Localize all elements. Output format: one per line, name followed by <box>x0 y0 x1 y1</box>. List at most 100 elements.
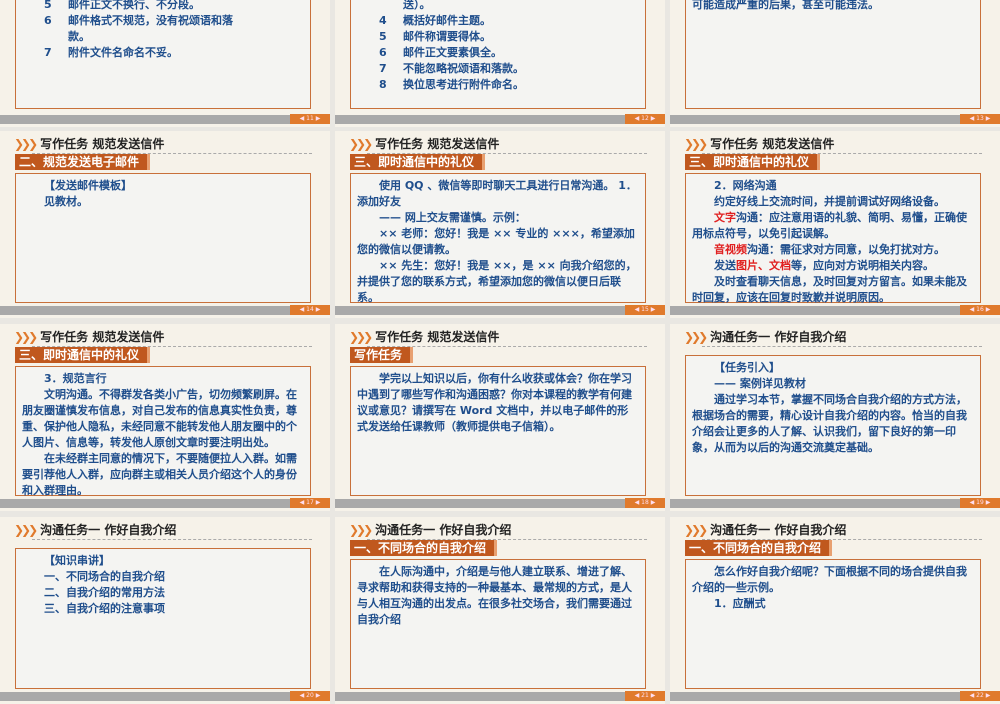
slide-title: 沟通任务一 作好自我介绍 <box>710 330 847 344</box>
text-run: 见教材。 <box>44 195 88 208</box>
page-number-nav[interactable]: ◀ 12 ▶ <box>625 114 665 124</box>
content-box: 1邮箱命名不妥。2邮件主题不当。3邮件中无称谓，或者称谓不当。4邮件正文表达不清… <box>15 0 311 109</box>
paragraph: 【注意】涉密信息不要以电子邮件发送，一旦泄密，可能造成严重的后果，甚至可能违法。 <box>692 0 974 13</box>
footer-bar <box>670 306 1000 315</box>
text-run: 沟通：需征求对方同意，以免打扰对方。 <box>747 243 945 256</box>
section-tag: 三、即时通信中的礼仪 <box>685 154 821 170</box>
text-run: —— 网上交友需谨慎。示例： <box>379 211 526 224</box>
text-run: 约定好线上交流时间，并提前调试好网络设备。 <box>714 195 945 208</box>
content-box: 【任务引入】 —— 案例详见教材通过学习本节，掌握不同场合自我介绍的方式方法，根据… <box>685 355 981 496</box>
content-box: 1选好邮箱域名。2处理好邮箱用户名（ID）和邮箱名称。3合理设置发送、抄送和暗送… <box>350 0 646 109</box>
text-run: 一、不同场合的自我介绍 <box>44 570 165 583</box>
page-number: 21 <box>641 692 649 699</box>
page-number-nav[interactable]: ◀ 15 ▶ <box>625 305 665 315</box>
list-item: 4 概括好邮件主题。 <box>357 13 639 29</box>
page-number-nav[interactable]: ◀ 22 ▶ <box>960 691 1000 701</box>
page-number: 17 <box>306 499 314 506</box>
slide-header: ❯❯❯ 沟通任务一 作好自我介绍 <box>684 330 860 350</box>
chevron-right-icon: ❯❯❯ <box>349 523 373 537</box>
text-run: 等，应向对方说明相关内容。 <box>791 259 934 272</box>
paragraph: 1．应酬式 <box>692 596 974 612</box>
content-box: 使用 QQ 、微信等即时聊天工具进行日常沟通。 1．添加好友 —— 网上交友需谨慎… <box>350 173 646 306</box>
slide-thumbnail-15[interactable]: ❯❯❯ 写作任务 规范发送信件 三、即时通信中的礼仪 使用 QQ 、微信等即时聊天工具… <box>335 131 665 318</box>
slide-thumbnail-18[interactable]: ❯❯❯ 写作任务 规范发送信件 写作任务 学完以上知识以后，你有什么收获或体会？你在学… <box>335 324 665 511</box>
slide-thumbnail-12[interactable]: 1选好邮箱域名。2处理好邮箱用户名（ID）和邮箱名称。3合理设置发送、抄送和暗送… <box>335 0 665 127</box>
text-run: 通过学习本节，掌握不同场合自我介绍的方式方法，根据场合的需要，精心设计自我介绍的… <box>692 393 967 454</box>
text-run: 【发送邮件模板】 <box>44 179 132 192</box>
item-text: 邮件格式不规范，没有祝颂语和落款。 <box>68 14 233 43</box>
page-number-nav[interactable]: ◀ 17 ▶ <box>290 498 330 508</box>
page-number-nav[interactable]: ◀ 16 ▶ <box>960 305 1000 315</box>
paragraph: 使用 QQ 、微信等即时聊天工具进行日常沟通。 1．添加好友 <box>357 178 639 210</box>
slide-thumbnail-17[interactable]: ❯❯❯ 写作任务 规范发送信件 三、即时通信中的礼仪 3．规范言行 文明沟通。不得群发各… <box>0 324 330 511</box>
text-run: 3．规范言行 <box>44 372 107 385</box>
footer-bar <box>670 115 1000 124</box>
paragraph: 通过学习本节，掌握不同场合自我介绍的方式方法，根据场合的需要，精心设计自我介绍的… <box>692 392 974 456</box>
footer-bar <box>0 692 330 701</box>
page-number: 11 <box>306 115 314 122</box>
paragraph: 【发送邮件模板】 <box>22 178 304 194</box>
paragraph: 文字沟通：应注意用语的礼貌、简明、易懂，正确使用标点符号，以免引起误解。 <box>692 210 974 242</box>
chevron-right-icon: ❯❯❯ <box>349 137 373 151</box>
content-box: 3．规范言行 文明沟通。不得群发各类小广告，切勿频繁刷屏。在朋友圈谨慎发布信息，对… <box>15 366 311 497</box>
list-item: 5 邮件称谓要得体。 <box>357 29 639 45</box>
page-number-nav[interactable]: ◀ 20 ▶ <box>290 691 330 701</box>
text-run: —— 案例详见教材 <box>714 377 806 390</box>
item-number: 5 <box>379 30 387 43</box>
chevron-right-icon: ❯❯❯ <box>684 330 708 344</box>
slide-thumbnail-21[interactable]: ❯❯❯ 沟通任务一 作好自我介绍 一、不同场合的自我介绍 在人际沟通中，介绍是与他人建… <box>335 517 665 704</box>
item-text: 概括好邮件主题。 <box>403 14 491 27</box>
highlight-text: 音视频 <box>714 243 747 256</box>
footer-bar <box>670 499 1000 508</box>
slide-thumbnail-14[interactable]: ❯❯❯ 写作任务 规范发送信件 二、规范发送电子邮件 【发送邮件模板】 见教材。 ◀ 14… <box>0 131 330 318</box>
item-number: 6 <box>44 14 52 27</box>
highlight-text: 文字 <box>714 211 736 224</box>
page-number: 19 <box>976 499 984 506</box>
slide-thumbnail-19[interactable]: ❯❯❯ 沟通任务一 作好自我介绍【任务引入】 —— 案例详见教材通过学习本节，掌握不… <box>670 324 1000 511</box>
text-run: 二、自我介绍的常用方法 <box>44 586 165 599</box>
paragraph: —— 案例详见教材 <box>692 376 974 392</box>
slide-thumbnail-13[interactable]: 检查：收件人邮箱是否正确，主题、称呼、正文等是否正确，消除错别字，少用感叹号，附… <box>670 0 1000 127</box>
footer-bar <box>0 499 330 508</box>
chevron-right-icon: ❯❯❯ <box>684 523 708 537</box>
paragraph: 3．规范言行 <box>22 371 304 387</box>
slide-thumbnail-11[interactable]: 1邮箱命名不妥。2邮件主题不当。3邮件中无称谓，或者称谓不当。4邮件正文表达不清… <box>0 0 330 127</box>
list-item: 7 不能忽略祝颂语和落款。 <box>357 61 639 77</box>
footer-bar <box>0 306 330 315</box>
page-number: 20 <box>306 692 314 699</box>
paragraph: 发送图片、文档等，应向对方说明相关内容。 <box>692 258 974 274</box>
item-number: 8 <box>379 78 387 91</box>
paragraph: 【任务引入】 <box>692 360 974 376</box>
paragraph: 在人际沟通中，介绍是与他人建立联系、增进了解、寻求帮助和获得支持的一种最基本、最… <box>357 564 639 628</box>
section-tag: 三、即时通信中的礼仪 <box>15 347 151 363</box>
text-run: 在未经群主同意的情况下，不要随便拉人入群。如需要引荐他人入群，应向群主或相关人员… <box>22 452 297 497</box>
list-item: 3 合理设置发送、抄送和暗送（密送）。 <box>357 0 639 13</box>
text-run: 】涉密信息不要以电子邮件发送，一旦泄密，可能造成严重的后果，甚至可能违法。 <box>692 0 879 11</box>
page-number-nav[interactable]: ◀ 13 ▶ <box>960 114 1000 124</box>
page-number-nav[interactable]: ◀ 21 ▶ <box>625 691 665 701</box>
paragraph: 三、自我介绍的注意事项 <box>22 601 304 617</box>
divider <box>32 539 312 540</box>
list-item: 8 换位思考进行附件命名。 <box>357 77 639 93</box>
page-number-nav[interactable]: ◀ 19 ▶ <box>960 498 1000 508</box>
text-run: 及时查看聊天信息，及时回复对方留言。如果未能及时回复，应该在回复时致歉并说明原因… <box>692 275 967 304</box>
page-number-nav[interactable]: ◀ 18 ▶ <box>625 498 665 508</box>
slide-thumbnail-16[interactable]: ❯❯❯ 写作任务 规范发送信件 三、即时通信中的礼仪 2．网络沟通 约定好线上交流时间，… <box>670 131 1000 318</box>
slide-thumbnail-22[interactable]: ❯❯❯ 沟通任务一 作好自我介绍 一、不同场合的自我介绍 怎么作好自我介绍呢？下面根据… <box>670 517 1000 704</box>
list-item: 6 邮件正文要素俱全。 <box>357 45 639 61</box>
chevron-right-icon: ❯❯❯ <box>14 330 38 344</box>
paragraph: ×× 先生：您好！我是 ××，是 ×× 向我介绍您的，并提供了您的联系方式，希望… <box>357 258 639 306</box>
content-box: 在人际沟通中，介绍是与他人建立联系、增进了解、寻求帮助和获得支持的一种最基本、最… <box>350 559 646 689</box>
text-run: 使用 QQ 、微信等即时聊天工具进行日常沟通。 1．添加好友 <box>357 179 637 208</box>
text-run: ×× 先生：您好！我是 ××，是 ×× 向我介绍您的，并提供了您的联系方式，希望… <box>357 259 637 304</box>
page-number: 14 <box>306 306 314 313</box>
page-number-nav[interactable]: ◀ 14 ▶ <box>290 305 330 315</box>
footer-bar <box>335 306 665 315</box>
section-tag: 三、即时通信中的礼仪 <box>350 154 486 170</box>
page-number-nav[interactable]: ◀ 11 ▶ <box>290 114 330 124</box>
item-text: 邮件正文不换行、不分段。 <box>68 0 200 11</box>
text-run: 三、自我介绍的注意事项 <box>44 602 165 615</box>
text-run: ×× 老师：您好！我是 ×× 专业的 ×××，希望添加您的微信以便请教。 <box>357 227 635 256</box>
text-run: 在人际沟通中，介绍是与他人建立联系、增进了解、寻求帮助和获得支持的一种最基本、最… <box>357 565 632 626</box>
slide-thumbnail-20[interactable]: ❯❯❯ 沟通任务一 作好自我介绍 【知识串讲】 一、不同场合的自我介绍 二、自我介绍的常… <box>0 517 330 704</box>
